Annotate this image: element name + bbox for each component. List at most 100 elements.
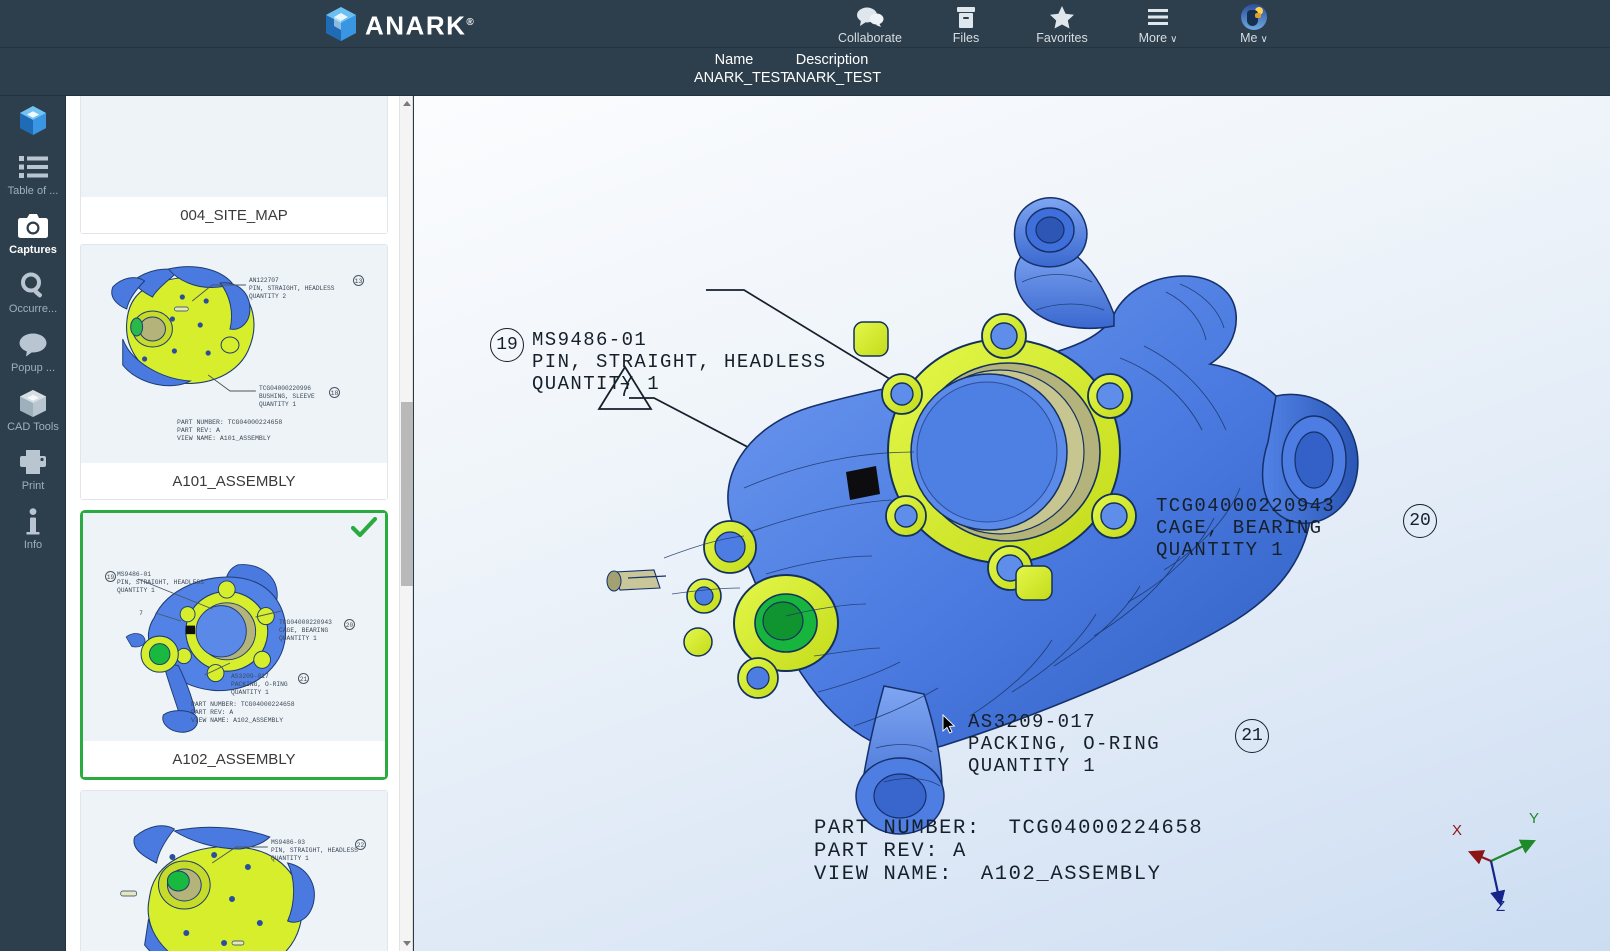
left-tool-rail: Table of ... Captures Occurre... Popup .… xyxy=(0,96,66,951)
list-icon xyxy=(18,150,49,184)
topnav-label-files: Files xyxy=(952,31,980,45)
capture-preview-label: QUANTITY 1 xyxy=(117,587,155,594)
scroll-up-arrow-icon[interactable] xyxy=(400,96,414,111)
anark-3d-viewer-app: ANARK® Collaborate Files Favorites More … xyxy=(0,0,1610,951)
3d-viewport[interactable]: 19 MS9486-01 PIN, STRAIGHT, HEADLESS QUA… xyxy=(414,96,1610,951)
capture-thumbnail-image: 001_TITLE SITE MAP: PART NUMBER: TCG0400… xyxy=(81,96,387,197)
callout-20-line-3: QUANTITY 1 xyxy=(1156,539,1285,561)
view-name-text: VIEW NAME: A102_ASSEMBLY xyxy=(814,863,1162,886)
capture-preview-balloon: 20 xyxy=(344,619,355,630)
user-avatar-icon xyxy=(1241,4,1267,30)
capture-thumbnail-site-map[interactable]: 001_TITLE SITE MAP: PART NUMBER: TCG0400… xyxy=(80,96,388,234)
capture-preview-label: TCG04000220943 xyxy=(279,619,332,626)
topnav-item-files[interactable]: Files xyxy=(918,2,1014,48)
balloon-21[interactable]: 21 xyxy=(1235,719,1269,753)
capture-preview-label: QUANTITY 2 xyxy=(249,293,287,300)
topnav-item-more[interactable]: More ∨ xyxy=(1110,2,1206,48)
capture-preview-label: QUANTITY 1 xyxy=(279,635,317,642)
axis-label-z: Z xyxy=(1496,898,1506,915)
capture-preview-label: BUSHING, SLEEVE xyxy=(259,393,315,400)
capture-preview-art xyxy=(81,96,387,197)
sidebar-label-captures: Captures xyxy=(9,244,57,256)
capture-preview-balloon: 18 xyxy=(329,387,340,398)
capture-preview-label: PACKING, O-RING xyxy=(231,681,288,688)
brand-name: ANARK® xyxy=(365,6,475,43)
axis-label-y: Y xyxy=(1529,810,1540,827)
capture-preview-label: PART REV: A xyxy=(191,709,234,716)
sidebar-label-info: Info xyxy=(23,539,43,551)
sidebar-item-occurrences[interactable]: Occurre... xyxy=(0,261,66,320)
topnav-me-text: Me xyxy=(1240,31,1258,45)
capture-preview-label: QUANTITY 1 xyxy=(259,401,297,408)
meta-header-name: Name xyxy=(714,52,754,68)
topnav-label-me: Me ∨ xyxy=(1240,31,1268,45)
capture-preview-balloon: 13 xyxy=(353,275,364,286)
chat-bubbles-icon xyxy=(855,5,885,29)
scroll-down-arrow-icon[interactable] xyxy=(400,936,414,951)
capture-preview-label: TCG04000220996 xyxy=(259,385,311,392)
captures-panel-scrollbar[interactable] xyxy=(399,96,413,951)
capture-thumbnail-next[interactable]: MS9486-03 PIN, STRAIGHT, HEADLESS QUANTI… xyxy=(80,790,388,951)
balloon-19[interactable]: 19 xyxy=(490,328,524,362)
topnav-label-favorites: Favorites xyxy=(1036,31,1088,45)
scrollbar-thumb[interactable] xyxy=(401,402,413,586)
brand-logo-area[interactable]: ANARK® xyxy=(324,6,475,43)
topnav-more-text: More xyxy=(1138,31,1168,45)
capture-preview-label: CAGE, BEARING xyxy=(279,627,329,634)
axis-label-x: X xyxy=(1452,822,1463,839)
archive-box-icon xyxy=(956,5,976,29)
capture-preview-label: PIN, STRAIGHT, HEADLESS xyxy=(271,847,358,854)
chevron-down-icon: ∨ xyxy=(1260,34,1268,45)
capture-thumbnail-image: AN122707 PIN, STRAIGHT, HEADLESS QUANTIT… xyxy=(81,245,387,463)
captures-thumbnail-panel[interactable]: 001_TITLE SITE MAP: PART NUMBER: TCG0400… xyxy=(66,96,413,951)
top-navigation: Collaborate Files Favorites More ∨ Me ∨ xyxy=(822,2,1302,48)
sidebar-item-info[interactable]: Info xyxy=(0,497,66,556)
topnav-item-favorites[interactable]: Favorites xyxy=(1014,2,1110,48)
capture-preview-label: PIN, STRAIGHT, HEADLESS xyxy=(249,285,335,292)
document-meta-header: Name Description ANARK_TEST ANARK_TEST xyxy=(0,48,1610,96)
top-app-bar: ANARK® Collaborate Files Favorites More … xyxy=(0,0,1610,48)
capture-thumbnail-image: MS9486-03 PIN, STRAIGHT, HEADLESS QUANTI… xyxy=(81,791,387,951)
topnav-item-collaborate[interactable]: Collaborate xyxy=(822,2,918,48)
capture-thumbnail-a102-assembly[interactable]: MS9486-01 PIN, STRAIGHT, HEADLESS QUANTI… xyxy=(80,510,388,780)
meta-value-name: ANARK_TEST xyxy=(694,70,790,86)
callout-21-line-3: QUANTITY 1 xyxy=(968,755,1097,777)
captures-thumbnail-list: 001_TITLE SITE MAP: PART NUMBER: TCG0400… xyxy=(66,96,398,951)
sidebar-item-cad-tools[interactable]: CAD Tools xyxy=(0,379,66,438)
sidebar-label-occurrences: Occurre... xyxy=(8,303,58,315)
flag-note-number: 7 xyxy=(619,380,631,402)
capture-thumbnail-a101-assembly[interactable]: AN122707 PIN, STRAIGHT, HEADLESS QUANTIT… xyxy=(80,244,388,500)
sidebar-item-table-of-contents[interactable]: Table of ... xyxy=(0,143,66,202)
capture-preview-label: QUANTITY 1 xyxy=(271,855,309,862)
sidebar-item-3d-model[interactable] xyxy=(0,96,66,143)
capture-preview-label: PART REV: A xyxy=(177,427,220,434)
sidebar-item-captures[interactable]: Captures xyxy=(0,202,66,261)
avatar xyxy=(1241,4,1267,30)
sidebar-item-popup[interactable]: Popup ... xyxy=(0,320,66,379)
brand-name-text: ANARK xyxy=(365,10,467,41)
document-meta-table: Name Description ANARK_TEST ANARK_TEST xyxy=(688,51,884,87)
axis-triad: X Y Z xyxy=(1424,810,1564,924)
topnav-item-me[interactable]: Me ∨ xyxy=(1206,2,1302,48)
sidebar-label-popup: Popup ... xyxy=(10,362,56,374)
capture-preview-label: QUANTITY 1 xyxy=(231,689,269,696)
capture-preview-balloon: 19 xyxy=(105,571,116,582)
sidebar-label-table-of-contents: Table of ... xyxy=(7,185,59,197)
star-icon xyxy=(1049,5,1075,29)
capture-preview-art xyxy=(81,791,387,951)
capture-preview-label: VIEW NAME: A101_ASSEMBLY xyxy=(177,435,271,442)
camera-icon xyxy=(17,209,49,243)
meta-value-row: ANARK_TEST ANARK_TEST xyxy=(688,69,884,87)
capture-preview-label: MS9486-01 xyxy=(117,571,152,578)
flag-note-7[interactable]: 7 xyxy=(596,364,654,412)
capture-preview-flag: 7 xyxy=(139,610,143,617)
balloon-20[interactable]: 20 xyxy=(1403,504,1437,538)
green-check-icon xyxy=(350,516,378,544)
3d-cube-icon xyxy=(18,103,48,137)
speech-bubble-icon xyxy=(18,327,49,361)
meta-header-description: Description xyxy=(795,52,869,68)
capture-preview-label: AN122707 xyxy=(249,277,279,284)
sidebar-item-print[interactable]: Print xyxy=(0,438,66,497)
capture-preview-label: MS9486-03 xyxy=(271,839,306,846)
capture-preview-label: VIEW NAME: A102_ASSEMBLY xyxy=(191,717,284,724)
